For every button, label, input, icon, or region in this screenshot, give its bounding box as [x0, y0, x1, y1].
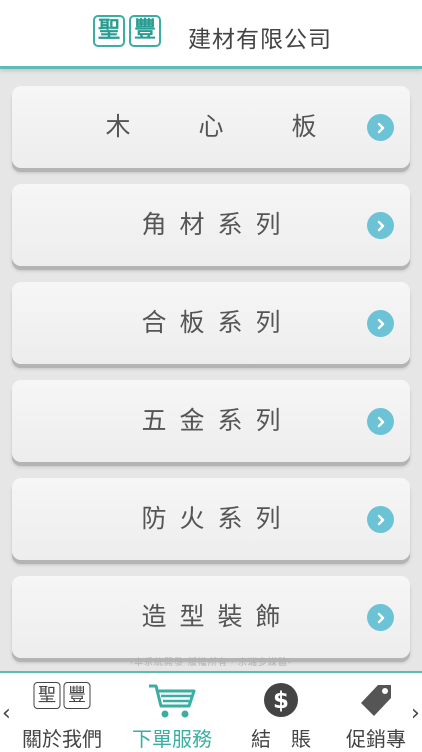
dollar-icon: $	[263, 682, 299, 722]
chevron-right-icon	[367, 506, 394, 533]
chevron-right-icon	[367, 604, 394, 631]
tab-label: 關於我們	[22, 727, 102, 751]
tab-label: 結 賬	[251, 727, 311, 751]
scroll-left-icon[interactable]: ‹	[2, 701, 11, 726]
logo-icon: 聖 豐	[33, 682, 91, 709]
tab-promotions[interactable]: 促銷專	[338, 673, 414, 752]
menu-button-fireproof-series[interactable]: 防火系列	[12, 478, 410, 560]
cart-icon	[147, 682, 197, 724]
menu-list: 木 心 板 角材系列 合板系列 五金系列 防火系列 造型裝飾	[0, 69, 422, 671]
chevron-right-icon	[367, 114, 394, 141]
menu-label: 五金系列	[141, 406, 294, 435]
menu-label: 造型裝飾	[141, 602, 294, 631]
tag-icon	[358, 682, 394, 724]
logo-char-1: 聖	[93, 15, 125, 47]
menu-button-lumber-series[interactable]: 角材系列	[12, 184, 410, 266]
menu-label: 合板系列	[141, 308, 294, 337]
tab-label: 促銷專	[346, 727, 406, 751]
chevron-right-icon	[367, 212, 394, 239]
menu-label: 角材系列	[141, 210, 294, 239]
tab-order-service[interactable]: 下單服務	[120, 673, 224, 752]
app-header: 聖 豐 建材有限公司	[0, 0, 422, 69]
svg-text:$: $	[273, 688, 289, 714]
tab-about-us[interactable]: 聖 豐 關於我們	[14, 673, 110, 752]
menu-label: 木 心 板	[105, 112, 347, 141]
tab-label: 下單服務	[132, 727, 212, 751]
bottom-tab-bar: ‹ 聖 豐 關於我們 下單服務 $ 結 賬 促銷專 ›	[0, 671, 422, 752]
menu-button-hardware-series[interactable]: 五金系列	[12, 380, 410, 462]
company-logo: 聖 豐	[93, 15, 161, 47]
logo-char-2: 豐	[129, 15, 161, 47]
chevron-right-icon	[367, 408, 394, 435]
scroll-right-icon[interactable]: ›	[411, 701, 420, 726]
chevron-right-icon	[367, 310, 394, 337]
company-name: 建材有限公司	[188, 27, 332, 53]
menu-button-wood-core-board[interactable]: 木 心 板	[12, 86, 410, 168]
copyright-note: -本系統開發 版權所有・宗瑞多媒體-	[129, 658, 293, 668]
menu-button-plywood-series[interactable]: 合板系列	[12, 282, 410, 364]
tab-checkout[interactable]: $ 結 賬	[234, 673, 328, 752]
menu-button-decorative-molding[interactable]: 造型裝飾	[12, 576, 410, 658]
menu-label: 防火系列	[141, 504, 294, 533]
